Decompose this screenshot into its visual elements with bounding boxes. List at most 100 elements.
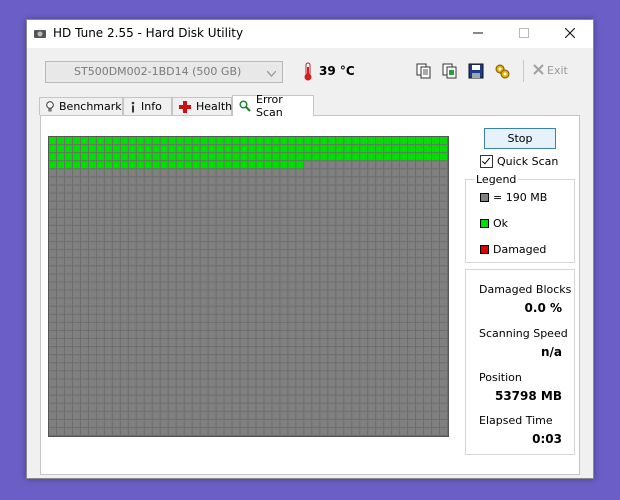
scan-block-pending <box>56 250 64 258</box>
scan-block-pending <box>432 322 440 330</box>
tab-benchmark[interactable]: Benchmark <box>39 97 123 115</box>
scan-block-pending <box>416 201 424 209</box>
scan-block-pending <box>160 403 168 411</box>
scan-block-ok <box>96 137 104 145</box>
scan-block-pending <box>248 250 256 258</box>
tab-info[interactable]: Info <box>123 97 172 115</box>
scan-block-pending <box>272 242 280 250</box>
scan-block-pending <box>224 169 232 177</box>
scan-block-pending <box>49 258 56 266</box>
scan-block-pending <box>96 201 104 209</box>
close-button[interactable] <box>547 20 593 48</box>
scan-block-pending <box>360 339 368 347</box>
scan-block-pending <box>248 298 256 306</box>
scan-block-pending <box>304 419 312 427</box>
scan-block-pending <box>440 282 447 290</box>
scan-block-pending <box>168 266 176 274</box>
scan-block-pending <box>224 306 232 314</box>
stop-button[interactable]: Stop <box>484 128 556 149</box>
scan-block-pending <box>240 371 248 379</box>
scan-block-pending <box>160 217 168 225</box>
scan-block-ok <box>288 145 296 153</box>
scan-block-pending <box>49 217 56 225</box>
scan-block-pending <box>440 371 447 379</box>
tab-error-scan[interactable]: Error Scan <box>232 93 314 119</box>
scan-block-pending <box>368 233 376 242</box>
scan-block-pending <box>104 330 112 339</box>
scan-block-pending <box>440 258 447 266</box>
scan-block-pending <box>160 379 168 387</box>
scan-block-pending <box>120 169 128 177</box>
scan-block-pending <box>144 242 152 250</box>
scan-block-pending <box>168 403 176 411</box>
scan-block-pending <box>112 427 120 435</box>
scan-block-ok <box>144 153 152 161</box>
drive-select[interactable]: ST500DM002-1BD14 (500 GB) <box>45 61 283 83</box>
scan-block-pending <box>96 258 104 266</box>
scan-block-pending <box>208 242 216 250</box>
scan-block-pending <box>368 242 376 250</box>
scan-block-pending <box>96 225 104 233</box>
maximize-button[interactable] <box>501 20 547 48</box>
scan-block-pending <box>208 250 216 258</box>
scan-block-pending <box>184 217 192 225</box>
scan-block-pending <box>192 306 200 314</box>
scan-block-pending <box>272 177 280 185</box>
scan-block-pending <box>440 185 447 193</box>
copy-screenshot-icon[interactable] <box>441 62 459 80</box>
scan-block-pending <box>280 419 288 427</box>
scan-block-pending <box>408 314 416 322</box>
scan-block-pending <box>104 193 112 201</box>
quick-scan-option[interactable]: Quick Scan <box>480 155 558 168</box>
scan-block-pending <box>264 185 272 193</box>
scan-block-pending <box>344 258 352 266</box>
quick-scan-checkbox[interactable] <box>480 155 493 168</box>
scan-block-pending <box>280 177 288 185</box>
scan-block-pending <box>312 290 320 298</box>
scan-block-pending <box>392 355 400 363</box>
scan-block-pending <box>104 347 112 355</box>
scan-block-pending <box>96 250 104 258</box>
exit-button[interactable]: Exit <box>533 64 568 78</box>
scan-block-pending <box>272 258 280 266</box>
scan-block-pending <box>248 322 256 330</box>
scan-block-ok <box>272 153 280 161</box>
scan-block-pending <box>336 330 344 339</box>
scan-block-pending <box>72 250 80 258</box>
scan-block-pending <box>312 258 320 266</box>
scan-block-pending <box>240 363 248 371</box>
scan-block-pending <box>320 258 328 266</box>
options-icon[interactable] <box>493 62 511 80</box>
scan-block-pending <box>136 363 144 371</box>
scan-block-pending <box>392 193 400 201</box>
minimize-button[interactable] <box>455 20 501 48</box>
scan-block-pending <box>288 201 296 209</box>
scan-block-pending <box>416 282 424 290</box>
scan-block-pending <box>160 419 168 427</box>
scan-block-pending <box>144 395 152 403</box>
scan-block-pending <box>392 258 400 266</box>
scan-block-pending <box>280 387 288 395</box>
scan-block-pending <box>304 185 312 193</box>
save-icon[interactable] <box>467 62 485 80</box>
scan-block-pending <box>104 225 112 233</box>
scan-block-pending <box>49 233 56 242</box>
scan-block-pending <box>240 185 248 193</box>
scan-block-pending <box>384 363 392 371</box>
scan-block-pending <box>184 411 192 419</box>
maximize-icon <box>519 27 529 41</box>
scan-block-pending <box>272 395 280 403</box>
scan-block-pending <box>280 427 288 435</box>
scan-block-pending <box>168 419 176 427</box>
tab-health[interactable]: Health <box>172 97 232 115</box>
scan-block-pending <box>392 379 400 387</box>
copy-text-icon[interactable] <box>415 62 433 80</box>
scan-block-pending <box>128 233 136 242</box>
scan-block-pending <box>432 403 440 411</box>
scan-block-pending <box>272 298 280 306</box>
scan-block-pending <box>144 250 152 258</box>
scan-block-pending <box>432 347 440 355</box>
scan-block-pending <box>240 282 248 290</box>
scan-block-pending <box>168 411 176 419</box>
scan-block-pending <box>320 427 328 435</box>
